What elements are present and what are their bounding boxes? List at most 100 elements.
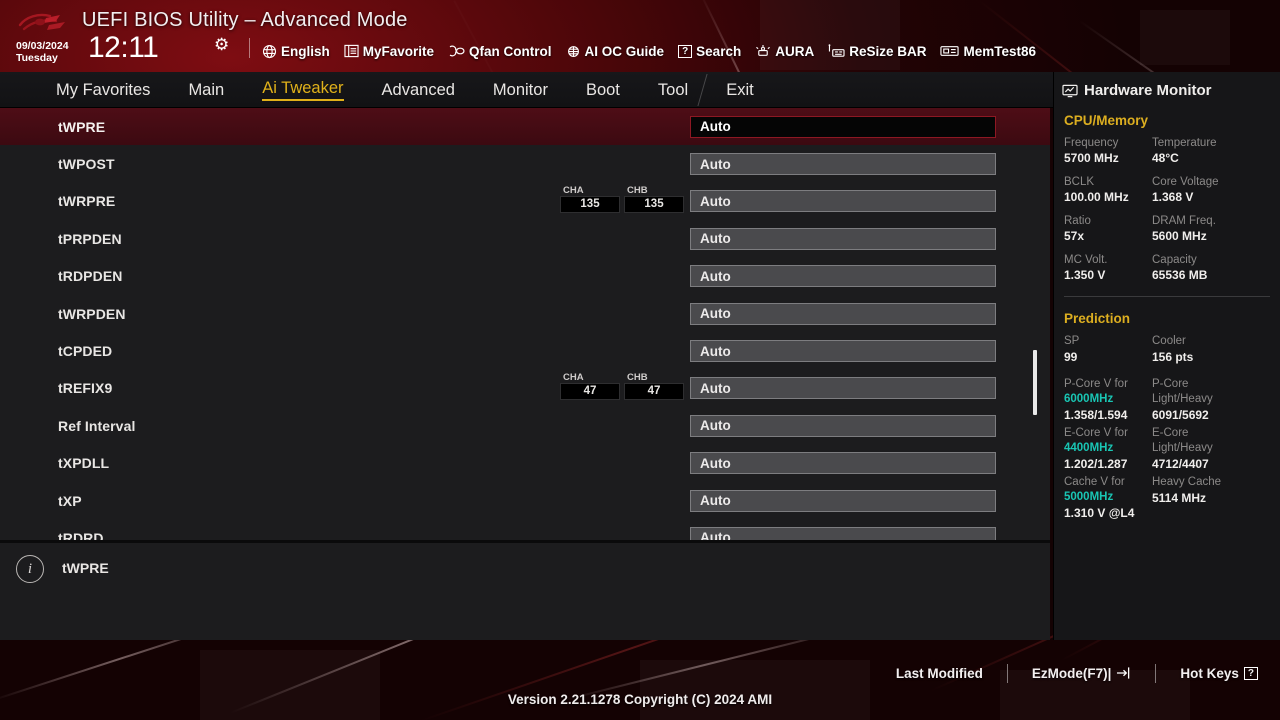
settings-row[interactable]: tRDRD Auto xyxy=(0,519,1050,540)
settings-row-value-field[interactable]: Auto xyxy=(690,190,996,213)
scrollbar-thumb[interactable] xyxy=(1033,349,1037,415)
settings-list: tWPRE Auto tWPOST Auto tWRPRE CHA 135 CHB 135 Aut… xyxy=(0,108,1050,540)
hw-value: 1.368 V xyxy=(1152,190,1194,204)
settings-row-label: tCPDED xyxy=(58,343,113,360)
hw-cpu-memory-grid: Frequency 5700 MHz Temperature 48°C BCLK… xyxy=(1054,128,1280,283)
channel-cell: CHB 135 xyxy=(624,185,684,213)
header-item-label: MyFavorite xyxy=(362,43,435,59)
pred-key: SP xyxy=(1064,335,1080,347)
hw-key: BCLK xyxy=(1064,176,1095,188)
settings-row-label: tPRPDEN xyxy=(58,230,122,247)
header-item-label: AURA xyxy=(775,43,815,59)
header-item-english[interactable]: English xyxy=(262,44,330,59)
header-item-memtest86[interactable]: MemTest86 xyxy=(940,44,1036,59)
tab-advanced[interactable]: Advanced xyxy=(382,81,455,100)
pred-value: 156 pts xyxy=(1152,350,1194,364)
settings-row-label: tWPRE xyxy=(58,118,106,135)
settings-row-value-field[interactable]: Auto xyxy=(690,340,996,363)
hw-key: Temperature xyxy=(1152,137,1217,149)
settings-row-value-field[interactable]: Auto xyxy=(690,452,996,475)
settings-row[interactable]: tXP Auto xyxy=(0,482,1050,519)
header-item-aura[interactable]: AURA xyxy=(755,44,814,59)
hot-keys-button[interactable]: Hot Keys ? xyxy=(1180,666,1258,681)
page-title: UEFI BIOS Utility – Advanced Mode xyxy=(82,9,408,31)
question-box-icon: ? xyxy=(678,44,693,58)
question-box-icon: ? xyxy=(1243,666,1258,680)
header-item-ai-oc-guide[interactable]: AI OC Guide xyxy=(566,44,664,59)
hw-value: 1.350 V xyxy=(1064,268,1106,282)
tab-exit[interactable]: Exit xyxy=(726,81,754,100)
settings-row-value-field[interactable]: Auto xyxy=(690,414,996,437)
pred-key: P-Core V for xyxy=(1064,378,1128,390)
settings-row[interactable]: tPRPDEN Auto xyxy=(0,220,1050,257)
channel-label: CHB xyxy=(627,371,648,383)
settings-row-value-field[interactable]: Auto xyxy=(690,377,996,400)
bios-screen: UEFI BIOS Utility – Advanced Mode 09/03/… xyxy=(0,0,1280,720)
tab-monitor[interactable]: Monitor xyxy=(493,81,548,100)
channel-values: CHA 47 CHB 47 xyxy=(560,372,684,400)
settings-row-label: tREFIX9 xyxy=(58,380,113,397)
memtest-icon xyxy=(940,46,960,56)
channel-value: 135 xyxy=(624,195,684,213)
settings-row[interactable]: tRDPDEN Auto xyxy=(0,258,1050,295)
settings-row[interactable]: tXPDLL Auto xyxy=(0,445,1050,482)
settings-row[interactable]: tWRPRE CHA 135 CHB 135 Auto xyxy=(0,183,1050,220)
channel-label: CHA xyxy=(563,184,584,196)
header-item-label: ReSize BAR xyxy=(849,43,927,59)
hw-key: Capacity xyxy=(1152,254,1197,266)
ez-mode-button[interactable]: EzMode(F7)| xyxy=(1032,666,1132,681)
datetime: 09/03/2024 Tuesday xyxy=(16,40,69,64)
settings-row-value-field[interactable]: Auto xyxy=(690,265,996,288)
hw-key: MC Volt. xyxy=(1064,254,1108,266)
settings-row[interactable]: tWPOST Auto xyxy=(0,145,1050,182)
scrollbar[interactable] xyxy=(1033,108,1037,540)
pred-key: Light/Heavy xyxy=(1152,442,1213,454)
pred-key: Heavy Cache xyxy=(1152,476,1222,488)
tab-main[interactable]: Main xyxy=(188,81,224,100)
settings-row-label: Ref Interval xyxy=(58,417,136,434)
header-item-qfan-control[interactable]: Qfan Control xyxy=(448,44,552,59)
header-item-search[interactable]: ? Search xyxy=(678,44,741,59)
settings-row-value-field[interactable]: Auto xyxy=(690,489,996,512)
settings-row[interactable]: tWRPDEN Auto xyxy=(0,295,1050,332)
tab-ai-tweaker[interactable]: Ai Tweaker xyxy=(262,79,344,101)
settings-row-value-field[interactable]: Auto xyxy=(690,115,996,138)
hw-key: Ratio xyxy=(1064,215,1091,227)
pred-key-accent: 5000MHz xyxy=(1064,491,1114,503)
settings-row[interactable]: Ref Interval Auto xyxy=(0,407,1050,444)
settings-row-value-field[interactable]: Auto xyxy=(690,227,996,250)
tab-tool[interactable]: Tool xyxy=(658,81,688,100)
hw-value: 5700 MHz xyxy=(1064,151,1119,165)
fan-icon xyxy=(449,45,465,57)
header-item-resize-bar[interactable]: ReSize BAR xyxy=(828,44,926,59)
settings-row[interactable]: tWPRE Auto xyxy=(0,108,1050,146)
date-text: 09/03/2024 xyxy=(16,40,69,52)
header-item-label: Search xyxy=(696,43,742,59)
rog-logo xyxy=(18,13,65,31)
channel-cell: CHB 47 xyxy=(624,372,684,400)
pred-key-accent: 4400MHz xyxy=(1064,442,1114,454)
header-item-label: Qfan Control xyxy=(469,43,552,59)
header-item-myfavorite[interactable]: MyFavorite xyxy=(344,44,434,59)
settings-row[interactable]: tREFIX9 CHA 47 CHB 47 Auto xyxy=(0,370,1050,407)
globe-icon xyxy=(262,44,277,58)
settings-row-value-field[interactable]: Auto xyxy=(690,302,996,325)
last-modified-button[interactable]: Last Modified xyxy=(896,666,983,681)
info-panel-text: tWPRE xyxy=(62,560,109,576)
hardware-monitor-title-label: Hardware Monitor xyxy=(1084,82,1212,99)
settings-row[interactable]: tCPDED Auto xyxy=(0,332,1050,369)
settings-row-value-field[interactable]: Auto xyxy=(690,526,996,540)
settings-row-label: tWPOST xyxy=(58,156,115,173)
hw-value: 5600 MHz xyxy=(1152,229,1207,243)
gear-icon[interactable]: ⚙ xyxy=(214,36,232,54)
tab-my-favorites[interactable]: My Favorites xyxy=(56,81,150,100)
hw-value: 57x xyxy=(1064,229,1085,243)
settings-row-value-field[interactable]: Auto xyxy=(690,153,996,176)
tab-boot[interactable]: Boot xyxy=(586,81,620,100)
hw-section-cpu-memory: CPU/Memory xyxy=(1064,113,1149,128)
ez-mode-label: EzMode(F7)| xyxy=(1031,665,1112,681)
pred-key-accent: 6000MHz xyxy=(1064,393,1114,405)
pred-key: P-Core xyxy=(1152,378,1189,390)
channel-value: 135 xyxy=(560,195,620,213)
channel-cell: CHA 47 xyxy=(560,372,620,400)
